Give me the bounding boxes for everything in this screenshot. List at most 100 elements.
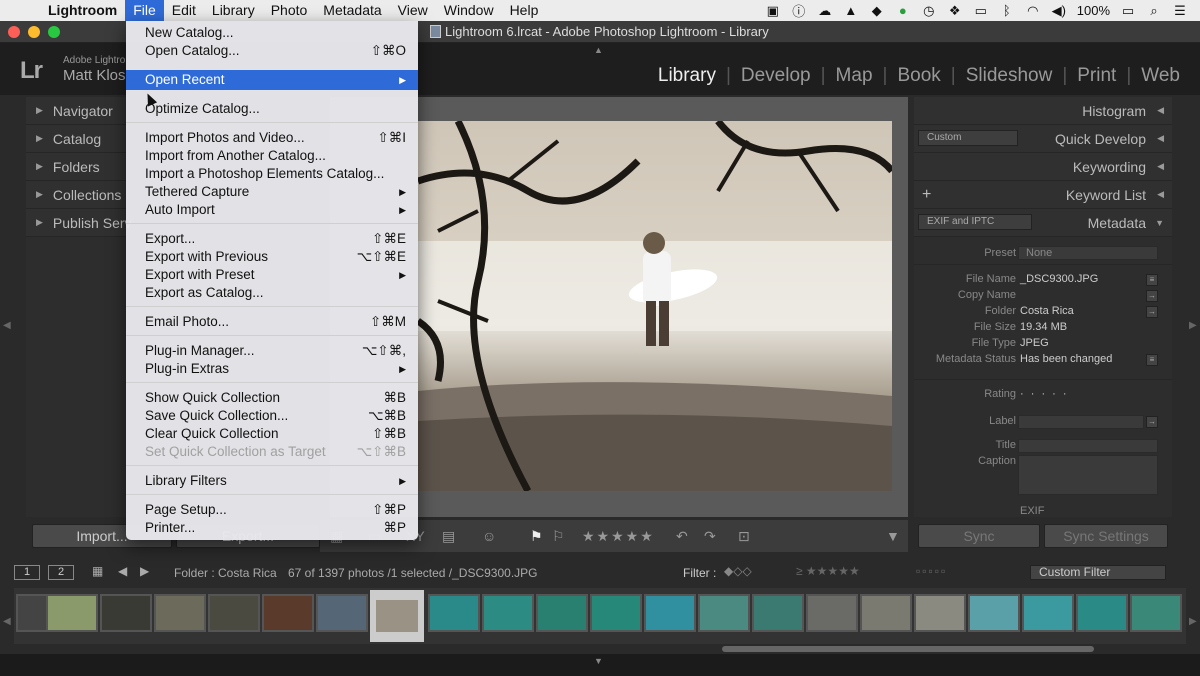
menu-page-setup[interactable]: Page Setup... ⇧⌘P bbox=[126, 501, 418, 519]
filmstrip-scrollbar[interactable] bbox=[722, 646, 1094, 652]
panel-keywording[interactable]: Keywording ◀ bbox=[914, 153, 1172, 181]
wifi-icon[interactable]: ◠ bbox=[1025, 3, 1041, 19]
dropbox-icon[interactable]: ❖ bbox=[947, 3, 963, 19]
close-window-button[interactable] bbox=[8, 26, 20, 38]
filmstrip-count[interactable]: 67 of 1397 photos /1 selected /_DSC9300.… bbox=[288, 566, 538, 580]
filmstrip-thumbnail[interactable] bbox=[100, 594, 152, 632]
camera-icon[interactable]: ▣ bbox=[765, 3, 781, 19]
filmstrip-thumbnail[interactable] bbox=[914, 594, 966, 632]
menu-export-with-previous[interactable]: Export with Previous ⌥⇧⌘E bbox=[126, 248, 418, 266]
right-panel-toggle-icon[interactable]: ▶ bbox=[1189, 320, 1197, 331]
filmstrip-thumbnail[interactable] bbox=[536, 594, 588, 632]
toolbar-menu-chevron-icon[interactable]: ▼ bbox=[886, 528, 900, 544]
filmstrip-thumbnail[interactable] bbox=[1076, 594, 1128, 632]
module-slideshow[interactable]: Slideshow bbox=[956, 65, 1063, 87]
menu-plugin-extras[interactable]: Plug-in Extras ▶ bbox=[126, 360, 418, 378]
menu-import-another-catalog[interactable]: Import from Another Catalog... bbox=[126, 147, 418, 165]
star-rating-icon[interactable]: ★★★★★ bbox=[582, 528, 655, 545]
filmstrip-thumbnail-selected[interactable] bbox=[370, 590, 424, 642]
notification-center-icon[interactable]: ☰ bbox=[1172, 3, 1188, 19]
main-window-button[interactable]: 1 bbox=[14, 565, 40, 580]
flag-reject-icon[interactable]: ⚐ bbox=[552, 528, 565, 545]
menu-open-catalog[interactable]: Open Catalog... ⇧⌘O bbox=[126, 42, 418, 60]
airplay-icon[interactable]: ▭ bbox=[973, 3, 989, 19]
menubar-view[interactable]: View bbox=[390, 0, 436, 21]
collapse-bottom-panel-icon[interactable]: ▼ bbox=[594, 656, 603, 666]
menu-export-with-preset[interactable]: Export with Preset ▶ bbox=[126, 266, 418, 284]
module-print[interactable]: Print bbox=[1067, 65, 1126, 87]
module-book[interactable]: Book bbox=[887, 65, 950, 87]
menu-tethered-capture[interactable]: Tethered Capture ▶ bbox=[126, 183, 418, 201]
info-icon[interactable]: ⓘ bbox=[791, 1, 807, 20]
back-arrow-icon[interactable]: ◀ bbox=[118, 564, 127, 578]
filmstrip-thumbnail[interactable] bbox=[644, 594, 696, 632]
label-menu-icon[interactable]: → bbox=[1146, 416, 1158, 428]
menubar-help[interactable]: Help bbox=[502, 0, 547, 21]
menubar-edit[interactable]: Edit bbox=[164, 0, 204, 21]
panel-metadata[interactable]: EXIF and IPTC Metadata ▼ bbox=[914, 209, 1172, 237]
menubar-library[interactable]: Library bbox=[204, 0, 263, 21]
left-panel-toggle-icon[interactable]: ◀ bbox=[3, 320, 11, 331]
menubar-file[interactable]: File bbox=[125, 0, 164, 21]
sync-settings-button[interactable]: Sync Settings bbox=[1044, 524, 1168, 548]
crop-overlay-icon[interactable]: ⊡ bbox=[738, 528, 750, 545]
filmstrip-thumbnail[interactable] bbox=[590, 594, 642, 632]
menu-email-photo[interactable]: Email Photo... ⇧⌘M bbox=[126, 313, 418, 331]
collapse-top-panel-icon[interactable]: ▲ bbox=[594, 45, 603, 55]
bluetooth-icon[interactable]: ᛒ bbox=[999, 3, 1015, 18]
metadata-preset-select[interactable]: EXIF and IPTC bbox=[918, 214, 1032, 230]
sync-icon[interactable]: ● bbox=[895, 3, 911, 18]
survey-view-icon[interactable]: ▤ bbox=[442, 528, 455, 545]
drive-icon[interactable]: ▲ bbox=[843, 3, 859, 18]
add-keyword-icon[interactable]: + bbox=[922, 186, 931, 204]
go-to-folder-icon[interactable]: → bbox=[1146, 306, 1158, 318]
main-photo[interactable] bbox=[418, 121, 892, 491]
custom-filter-select[interactable]: Custom Filter bbox=[1030, 565, 1166, 580]
menu-printer[interactable]: Printer... ⌘P bbox=[126, 519, 418, 537]
title-field[interactable] bbox=[1018, 439, 1158, 453]
menu-export-as-catalog[interactable]: Export as Catalog... bbox=[126, 284, 418, 302]
filmstrip-thumbnail[interactable] bbox=[752, 594, 804, 632]
volume-icon[interactable]: ◀) bbox=[1051, 3, 1067, 19]
flag-pick-icon[interactable]: ⚑ bbox=[530, 528, 543, 545]
label-field[interactable] bbox=[1018, 415, 1144, 429]
filmstrip-thumbnail[interactable] bbox=[968, 594, 1020, 632]
go-to-icon[interactable]: → bbox=[1146, 290, 1158, 302]
rename-icon[interactable]: ≡ bbox=[1146, 274, 1158, 286]
flag-filter-icon[interactable]: ◆◇◇ bbox=[724, 564, 752, 578]
cloud-icon[interactable]: ☁ bbox=[817, 3, 833, 19]
module-web[interactable]: Web bbox=[1131, 65, 1190, 87]
rating-dots[interactable]: · · · · · bbox=[1020, 388, 1069, 400]
filmstrip-thumbnail[interactable] bbox=[208, 594, 260, 632]
menubar-app-name[interactable]: Lightroom bbox=[40, 0, 125, 21]
menu-new-catalog[interactable]: New Catalog... bbox=[126, 24, 418, 42]
filmstrip-thumbnail[interactable] bbox=[316, 594, 368, 632]
sync-button[interactable]: Sync bbox=[918, 524, 1040, 548]
menu-show-quick-collection[interactable]: Show Quick Collection ⌘B bbox=[126, 389, 418, 407]
menu-export[interactable]: Export... ⇧⌘E bbox=[126, 230, 418, 248]
filmstrip-thumbnail[interactable] bbox=[46, 594, 98, 632]
caption-field[interactable] bbox=[1018, 455, 1158, 495]
forward-arrow-icon[interactable]: ▶ bbox=[140, 564, 149, 578]
filmstrip-thumbnail[interactable] bbox=[482, 594, 534, 632]
filmstrip-thumbnail[interactable] bbox=[1022, 594, 1074, 632]
metadata-value[interactable]: _DSC9300.JPG bbox=[1020, 273, 1098, 285]
menu-save-quick-collection[interactable]: Save Quick Collection... ⌥⌘B bbox=[126, 407, 418, 425]
menubar-photo[interactable]: Photo bbox=[263, 0, 316, 21]
module-library[interactable]: Library bbox=[648, 65, 726, 87]
clock-icon[interactable]: ◷ bbox=[921, 3, 937, 19]
secondary-window-button[interactable]: 2 bbox=[48, 565, 74, 580]
panel-histogram[interactable]: Histogram ◀ bbox=[914, 97, 1172, 125]
menu-auto-import[interactable]: Auto Import ▶ bbox=[126, 201, 418, 219]
evernote-icon[interactable]: ◆ bbox=[869, 3, 885, 19]
filmstrip-thumbnail[interactable] bbox=[698, 594, 750, 632]
metadata-status-icon[interactable]: ≡ bbox=[1146, 354, 1158, 366]
filmstrip-thumbnail[interactable] bbox=[1130, 594, 1182, 632]
panel-keyword-list[interactable]: + Keyword List ◀ bbox=[914, 181, 1172, 209]
filmstrip-scroll-left-icon[interactable]: ◀ bbox=[3, 616, 11, 627]
menu-plugin-manager[interactable]: Plug-in Manager... ⌥⇧⌘, bbox=[126, 342, 418, 360]
zoom-window-button[interactable] bbox=[48, 26, 60, 38]
menu-clear-quick-collection[interactable]: Clear Quick Collection ⇧⌘B bbox=[126, 425, 418, 443]
menubar-metadata[interactable]: Metadata bbox=[315, 0, 389, 21]
color-label-filter-icon[interactable]: ▫▫▫▫▫ bbox=[916, 564, 947, 578]
